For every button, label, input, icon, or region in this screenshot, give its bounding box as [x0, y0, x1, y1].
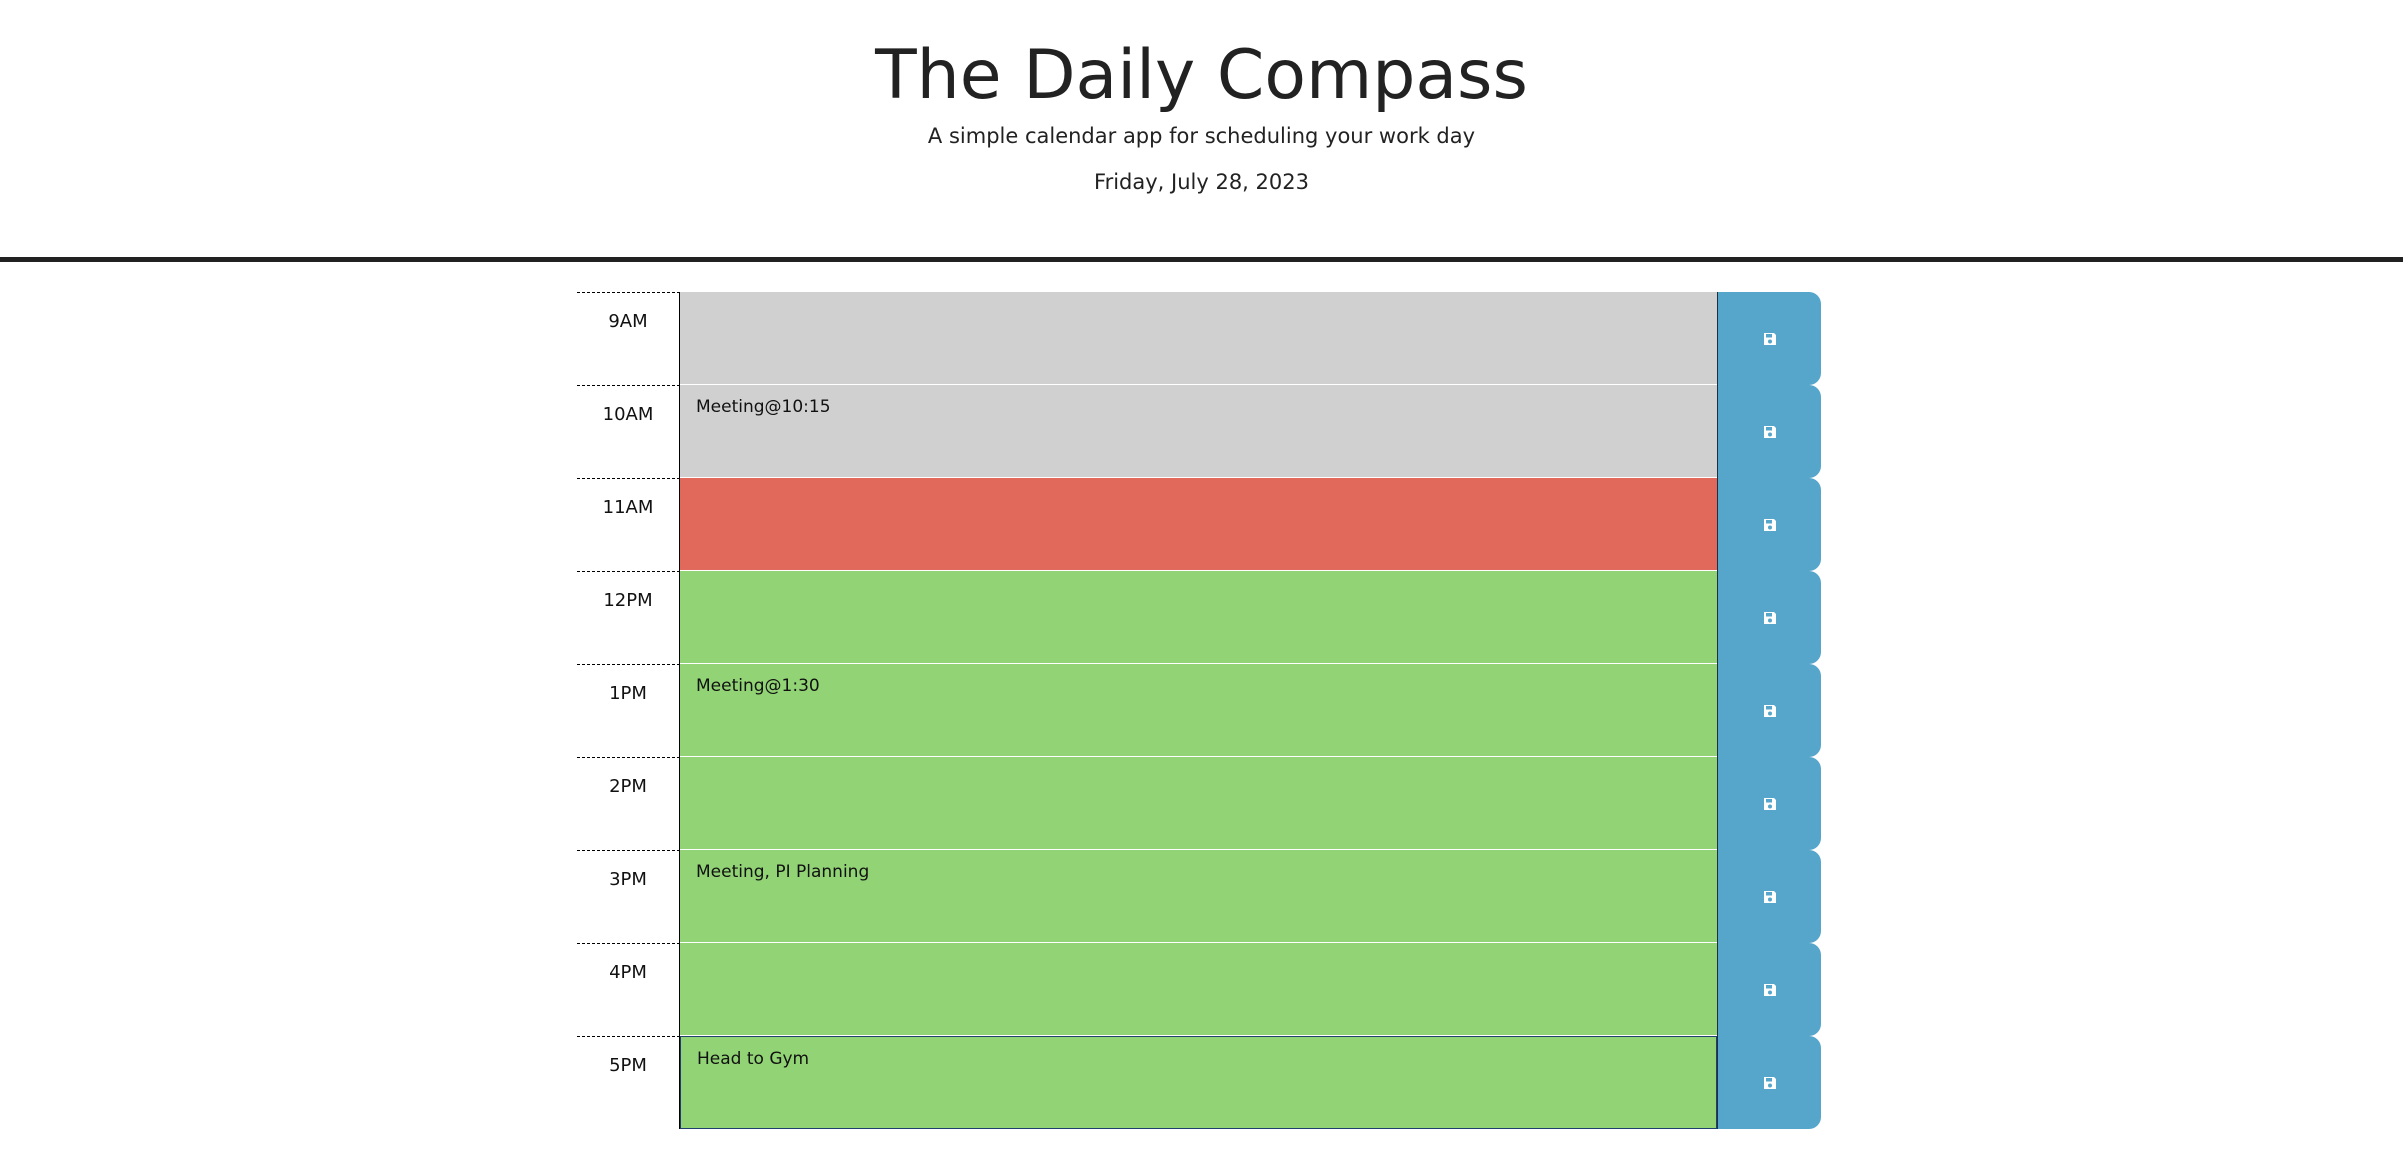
- floppy-disk-icon: [1763, 332, 1776, 345]
- planner: 9AM 10AM Meeting@10:15 11AM 12PM 1PM Mee…: [577, 292, 1825, 1129]
- header: The Daily Compass A simple calendar app …: [0, 0, 2403, 262]
- hour-label: 1PM: [577, 664, 680, 757]
- hour-label: 4PM: [577, 943, 680, 1036]
- event-description[interactable]: [680, 292, 1717, 385]
- hour-label: 3PM: [577, 850, 680, 943]
- floppy-disk-icon: [1763, 518, 1776, 531]
- save-button[interactable]: [1717, 1036, 1821, 1129]
- hour-label: 5PM: [577, 1036, 680, 1129]
- event-description[interactable]: [680, 571, 1717, 664]
- floppy-disk-icon: [1763, 797, 1776, 810]
- save-button[interactable]: [1717, 478, 1821, 571]
- save-button[interactable]: [1717, 571, 1821, 664]
- save-button[interactable]: [1717, 385, 1821, 478]
- time-block: 4PM: [577, 943, 1825, 1036]
- floppy-disk-icon: [1763, 983, 1776, 996]
- hour-label: 9AM: [577, 292, 680, 385]
- save-button[interactable]: [1717, 292, 1821, 385]
- time-block: 1PM Meeting@1:30: [577, 664, 1825, 757]
- time-block: 5PM Head to Gym: [577, 1036, 1825, 1129]
- event-description[interactable]: Head to Gym: [680, 1036, 1717, 1129]
- save-button[interactable]: [1717, 664, 1821, 757]
- event-description[interactable]: Meeting@10:15: [680, 385, 1717, 478]
- time-block: 12PM: [577, 571, 1825, 664]
- app-title: The Daily Compass: [875, 36, 1528, 115]
- hour-label: 12PM: [577, 571, 680, 664]
- event-description[interactable]: [680, 943, 1717, 1036]
- floppy-disk-icon: [1763, 890, 1776, 903]
- floppy-disk-icon: [1763, 611, 1776, 624]
- app-subtitle: A simple calendar app for scheduling you…: [927, 124, 1476, 148]
- time-block: 2PM: [577, 757, 1825, 850]
- event-description[interactable]: [680, 757, 1717, 850]
- event-description[interactable]: [680, 478, 1717, 571]
- save-button[interactable]: [1717, 943, 1821, 1036]
- floppy-disk-icon: [1763, 425, 1776, 438]
- save-button[interactable]: [1717, 757, 1821, 850]
- current-day: Friday, July 28, 2023: [1094, 170, 1309, 194]
- floppy-disk-icon: [1763, 704, 1776, 717]
- save-button[interactable]: [1717, 850, 1821, 943]
- hour-label: 2PM: [577, 757, 680, 850]
- event-description[interactable]: Meeting, PI Planning: [680, 850, 1717, 943]
- time-block: 9AM: [577, 292, 1825, 385]
- hour-label: 11AM: [577, 478, 680, 571]
- hour-label: 10AM: [577, 385, 680, 478]
- time-block: 11AM: [577, 478, 1825, 571]
- time-block: 3PM Meeting, PI Planning: [577, 850, 1825, 943]
- time-block: 10AM Meeting@10:15: [577, 385, 1825, 478]
- floppy-disk-icon: [1763, 1076, 1776, 1089]
- event-description[interactable]: Meeting@1:30: [680, 664, 1717, 757]
